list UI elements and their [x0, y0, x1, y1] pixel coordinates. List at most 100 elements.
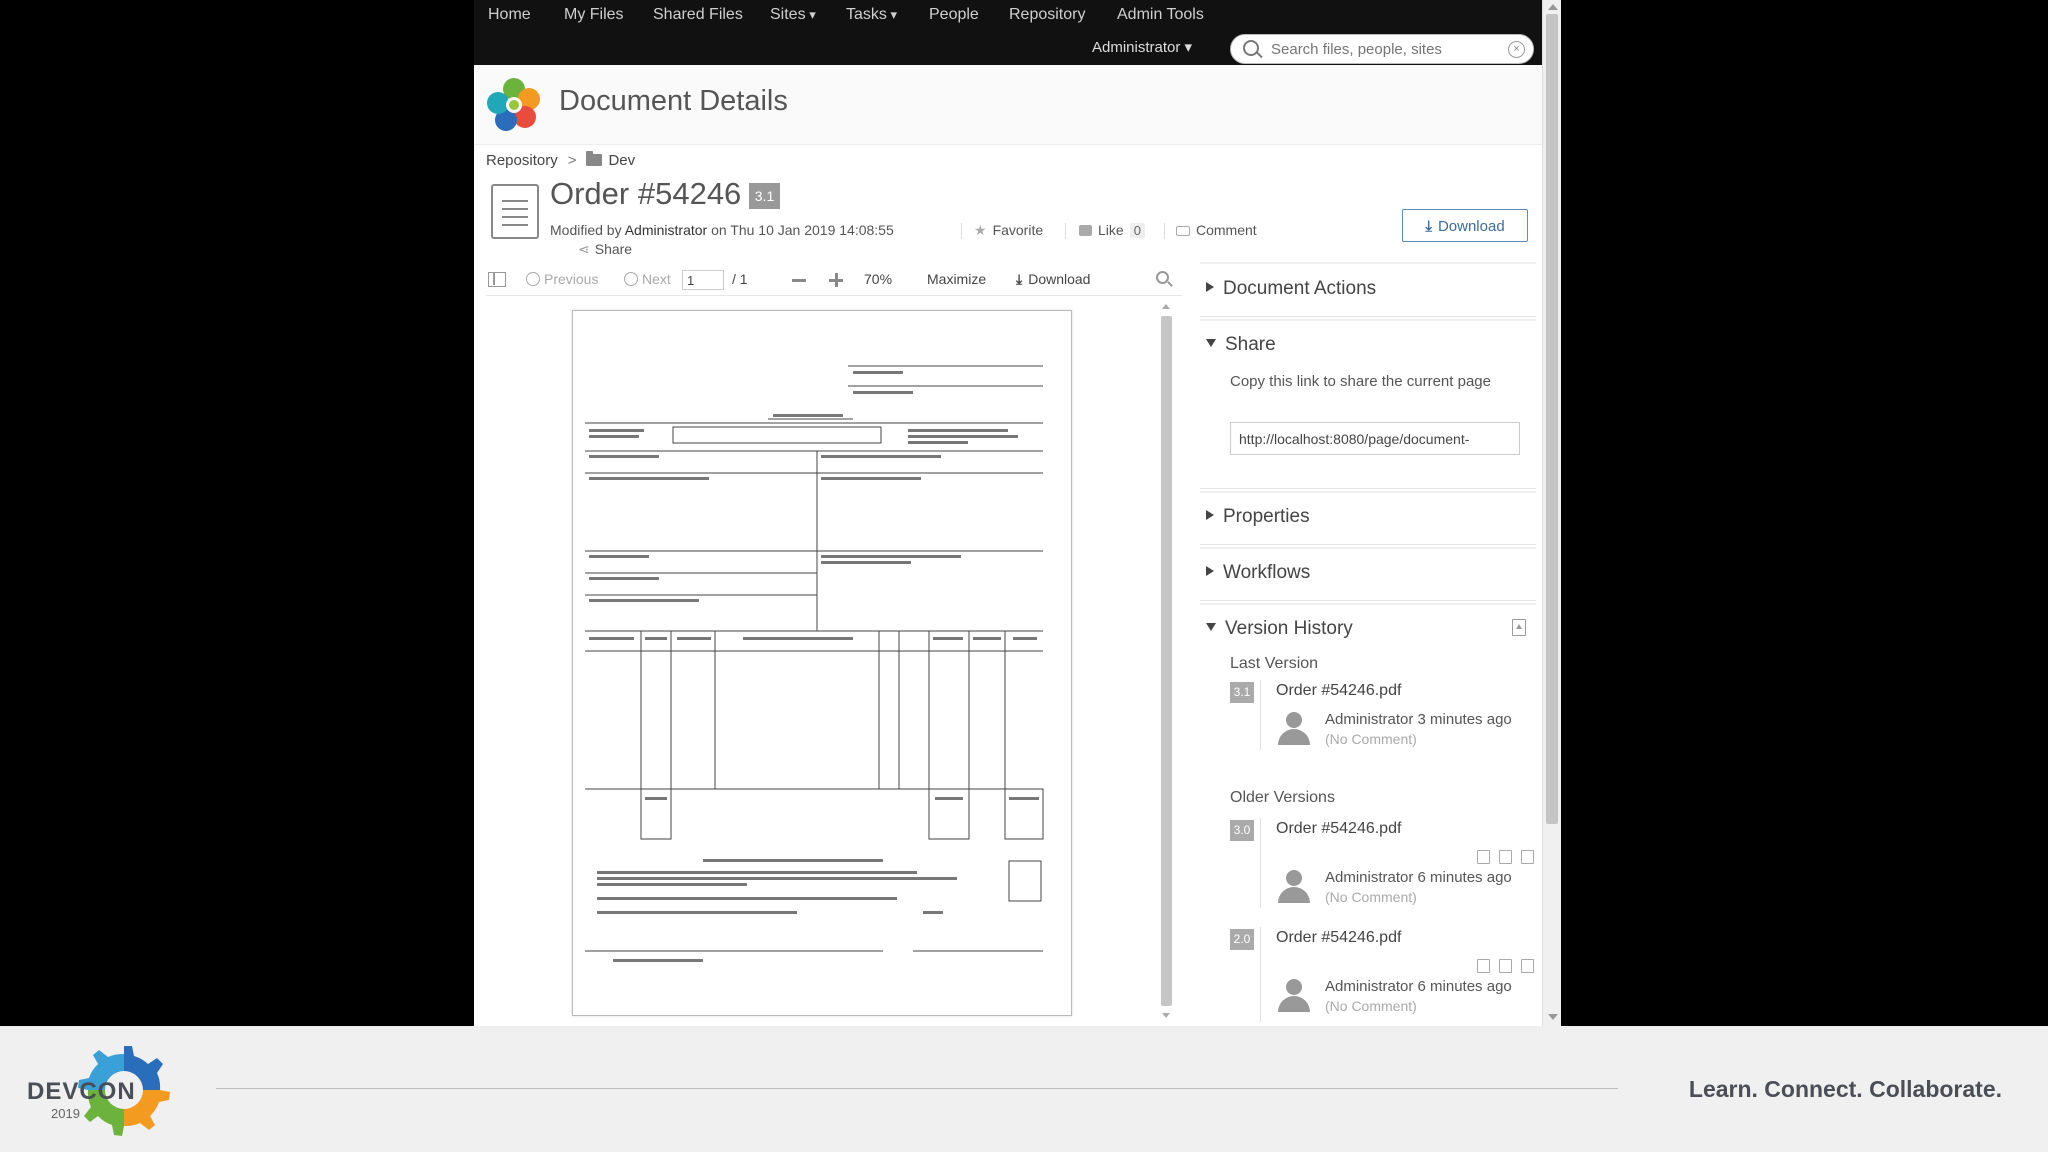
version-badge: 3.0	[1230, 820, 1254, 841]
divider	[1164, 223, 1165, 239]
previous-page-button[interactable]: Previous	[526, 271, 598, 287]
version-file-name[interactable]: Order #54246.pdf	[1276, 929, 1401, 947]
breadcrumb-folder-dev[interactable]: Dev	[608, 152, 635, 169]
section-divider	[1200, 262, 1536, 264]
viewer-scroll-thumb[interactable]	[1161, 316, 1172, 1006]
properties-header[interactable]: Properties	[1206, 506, 1310, 528]
download-icon: ⤓	[1425, 218, 1432, 235]
user-menu[interactable]: Administrator	[1092, 38, 1192, 56]
upload-new-version-icon[interactable]	[1512, 619, 1526, 636]
version-divider	[1260, 927, 1261, 1022]
nav-shared-files[interactable]: Shared Files	[653, 6, 743, 24]
nav-people[interactable]: People	[929, 6, 979, 24]
version-history-header[interactable]: Version History	[1206, 618, 1353, 640]
nav-admin-tools[interactable]: Admin Tools	[1117, 6, 1204, 24]
version-file-name[interactable]: Order #54246.pdf	[1276, 682, 1401, 700]
zoom-out-icon[interactable]	[792, 279, 806, 282]
workflows-header[interactable]: Workflows	[1206, 562, 1310, 584]
download-button[interactable]: ⤓ Download	[1402, 209, 1528, 242]
section-divider	[1200, 316, 1536, 317]
search-input[interactable]	[1269, 38, 1499, 60]
version-divider	[1260, 818, 1261, 908]
scroll-down-icon[interactable]	[1548, 1014, 1558, 1020]
view-properties-icon[interactable]	[1521, 959, 1534, 973]
previous-icon	[526, 272, 540, 286]
document-title: Order #54246	[550, 176, 742, 211]
thumbs-up-icon	[1079, 225, 1092, 236]
view-properties-icon[interactable]	[1521, 850, 1534, 864]
nav-tasks[interactable]: Tasks	[846, 6, 897, 24]
version-badge: 2.0	[1230, 929, 1254, 950]
alfresco-flower-logo-icon	[487, 78, 540, 131]
share-section-label: Share	[1225, 334, 1276, 355]
nav-repository[interactable]: Repository	[1009, 6, 1085, 24]
download-version-icon[interactable]	[1477, 850, 1490, 864]
comment-icon	[1176, 226, 1190, 236]
page-scroll-thumb[interactable]	[1546, 14, 1558, 824]
nav-home[interactable]: Home	[488, 6, 531, 24]
comment-action[interactable]: Comment	[1176, 222, 1257, 238]
next-icon	[624, 272, 638, 286]
toggle-sidebar-icon[interactable]	[488, 272, 506, 287]
expand-arrow-icon	[1206, 510, 1214, 520]
viewer-download-label: Download	[1028, 271, 1091, 287]
share-action[interactable]: ⋖ Share	[578, 241, 632, 258]
clear-search-icon[interactable]: ×	[1508, 41, 1525, 58]
previous-label: Previous	[544, 271, 599, 287]
presentation-footer: DEVCON 2019 Learn. Connect. Collaborate.	[0, 1026, 2048, 1152]
download-button-label: Download	[1437, 218, 1505, 235]
page-title: Document Details	[559, 85, 788, 117]
version-author-time: Administrator 3 minutes ago	[1325, 711, 1512, 728]
revert-version-icon[interactable]	[1499, 850, 1512, 864]
page-scrollbar[interactable]	[1542, 0, 1561, 1026]
document-viewer	[486, 300, 1182, 1026]
user-avatar	[1278, 870, 1310, 904]
modified-info: Modified by Administrator on Thu 10 Jan …	[550, 222, 894, 238]
modified-by-user[interactable]: Administrator	[625, 222, 707, 238]
document-actions-header[interactable]: Document Actions	[1206, 278, 1376, 300]
share-link-field[interactable]	[1230, 422, 1520, 455]
properties-label: Properties	[1223, 506, 1310, 527]
expand-arrow-icon	[1206, 566, 1214, 576]
share-header[interactable]: Share	[1206, 334, 1276, 356]
document-version-badge: 3.1	[749, 183, 780, 209]
like-action[interactable]: Like 0	[1079, 222, 1145, 238]
collapse-arrow-icon	[1206, 339, 1216, 347]
invoice-form-preview	[585, 365, 1044, 962]
viewer-toolbar: Previous Next / 1 70% Maximize ⤓ Download	[486, 264, 1182, 296]
next-page-button[interactable]: Next	[624, 271, 671, 287]
viewer-scrollbar[interactable]	[1157, 300, 1173, 1026]
footer-divider	[216, 1088, 1618, 1089]
maximize-button[interactable]: Maximize	[927, 271, 986, 287]
download-version-icon[interactable]	[1477, 959, 1490, 973]
version-author-time: Administrator 6 minutes ago	[1325, 978, 1512, 995]
scroll-up-icon[interactable]	[1548, 4, 1558, 10]
footer-tagline: Learn. Connect. Collaborate.	[1688, 1076, 2002, 1102]
divider	[961, 223, 962, 239]
folder-icon	[586, 151, 603, 166]
next-label: Next	[642, 271, 671, 287]
viewer-search-icon[interactable]	[1156, 271, 1169, 284]
scroll-up-icon[interactable]	[1162, 304, 1170, 309]
zoom-level[interactable]: 70%	[864, 271, 892, 287]
document-actions-label: Document Actions	[1223, 278, 1377, 299]
version-history-label: Version History	[1225, 618, 1353, 639]
section-divider	[1200, 491, 1536, 493]
page-number-input[interactable]	[682, 270, 724, 290]
viewer-download-button[interactable]: ⤓ Download	[1016, 271, 1090, 288]
star-icon: ★	[974, 222, 987, 238]
section-divider	[1200, 603, 1536, 605]
version-file-name[interactable]: Order #54246.pdf	[1276, 820, 1401, 838]
modified-prefix: Modified by	[550, 222, 622, 238]
scroll-down-icon[interactable]	[1162, 1013, 1170, 1018]
nav-my-files[interactable]: My Files	[564, 6, 624, 24]
favorite-action[interactable]: ★ Favorite	[974, 222, 1043, 239]
nav-sites[interactable]: Sites	[770, 6, 816, 24]
breadcrumb-repository[interactable]: Repository	[486, 152, 558, 169]
revert-version-icon[interactable]	[1499, 959, 1512, 973]
share-icon: ⋖	[578, 241, 590, 257]
version-divider	[1260, 680, 1261, 750]
user-avatar	[1278, 979, 1310, 1013]
zoom-in-icon[interactable]	[829, 273, 843, 287]
user-avatar	[1278, 712, 1310, 746]
